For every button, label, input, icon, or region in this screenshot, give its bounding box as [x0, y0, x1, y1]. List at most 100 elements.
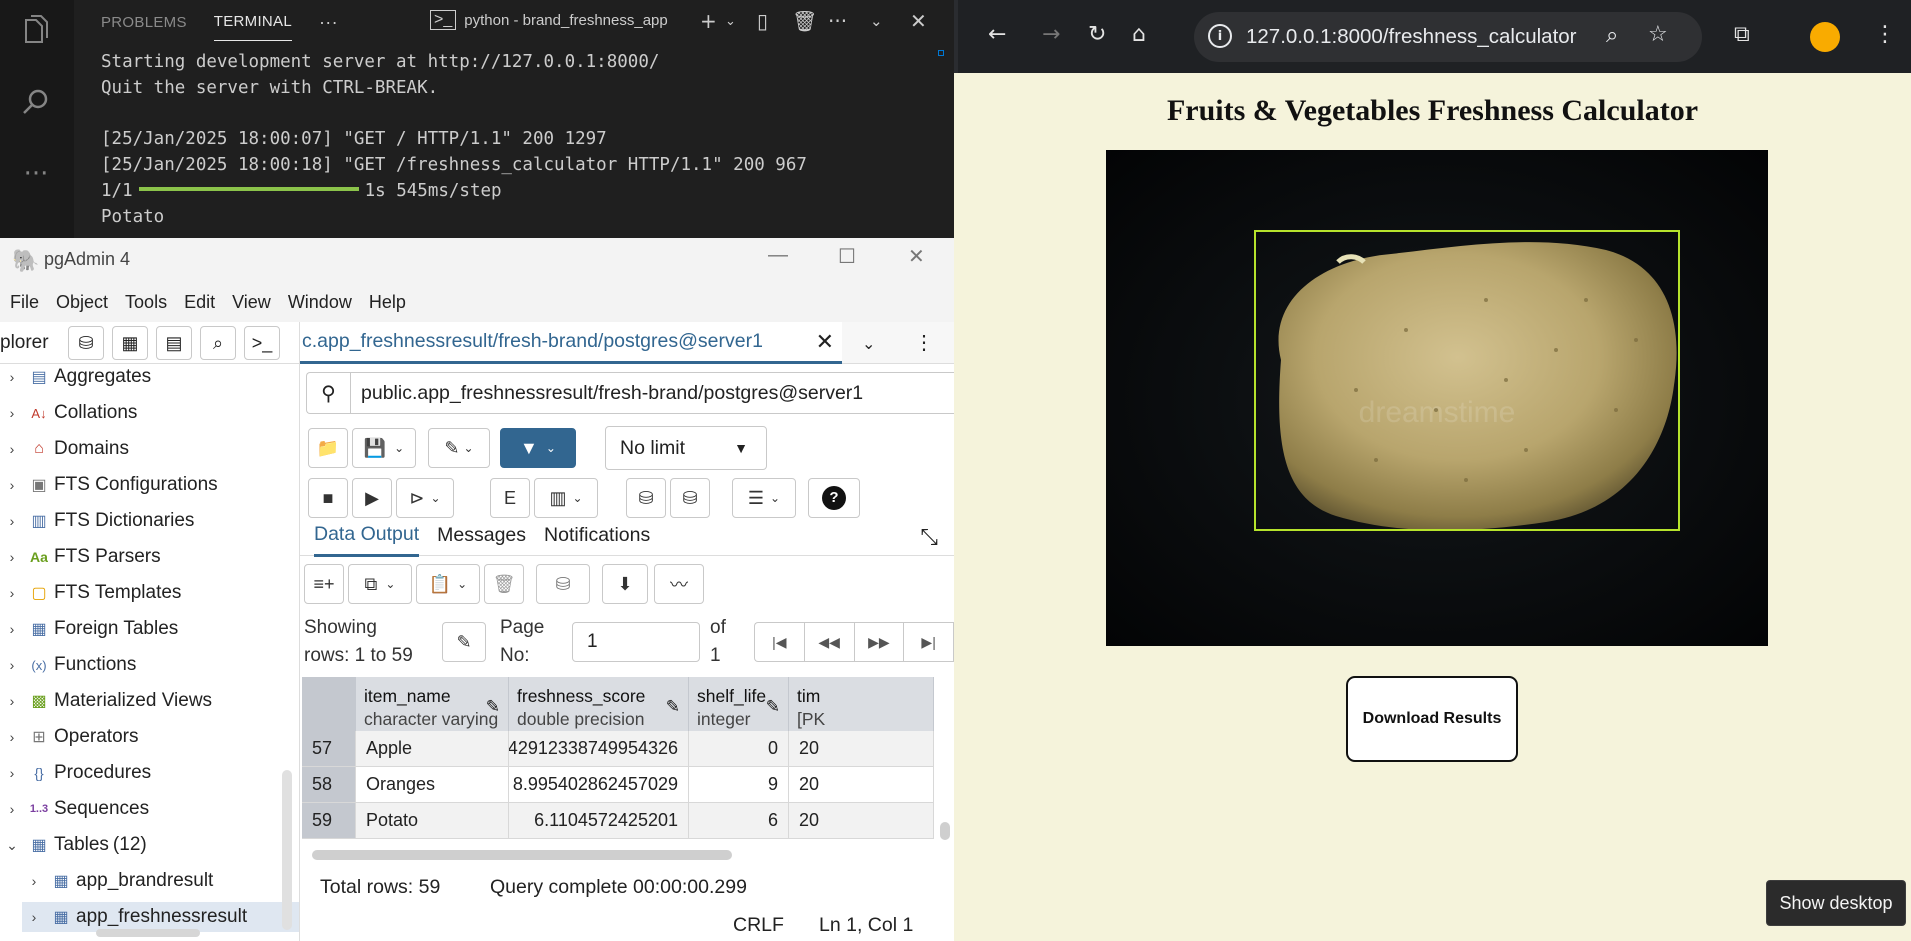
explorer-vertical-scrollbar[interactable] [282, 770, 292, 930]
collapse-panel-icon[interactable]: ⌄ [870, 12, 883, 30]
extensions-icon[interactable]: ⧉ [1734, 22, 1750, 47]
tree-item-aggregates[interactable]: › ▤ Aggregates [0, 362, 152, 392]
help-icon[interactable]: ? [808, 478, 860, 518]
menu-edit[interactable]: Edit [184, 292, 215, 313]
chevron-right-icon[interactable]: › [0, 765, 24, 781]
panel-more-button[interactable]: ··· [319, 2, 338, 43]
next-page-icon[interactable]: ▶▶ [855, 623, 905, 661]
tree-item-materialized-views[interactable]: › ▩ Materialized Views [0, 686, 212, 716]
column-header[interactable]: tim [PK [789, 677, 934, 737]
row-number-header[interactable] [302, 677, 356, 737]
edit-range-icon[interactable]: ✎ [442, 622, 486, 662]
macros-icon[interactable]: ☰ ⌄ [732, 478, 796, 518]
terminal-selector[interactable]: >_ python - brand_freshness_app [430, 10, 668, 30]
copy-icon[interactable]: ⧉ ⌄ [348, 564, 412, 604]
cell-shelf-life[interactable]: 9 [689, 767, 789, 803]
minimize-panel-icon[interactable]: ⤡ [920, 524, 938, 550]
chevron-right-icon[interactable]: › [0, 549, 24, 565]
search-icon[interactable] [18, 84, 54, 120]
first-page-icon[interactable]: |◀ [755, 623, 805, 661]
cell-shelf-life[interactable]: 0 [689, 731, 789, 767]
tree-item-fts-dictionaries[interactable]: › ▥ FTS Dictionaries [0, 506, 195, 536]
delete-icon[interactable]: 🗑 [484, 564, 524, 604]
grid-vertical-scrollbar[interactable] [940, 822, 950, 840]
chevron-right-icon[interactable]: › [0, 585, 24, 601]
menu-window[interactable]: Window [288, 292, 352, 313]
rollback-icon[interactable]: ⛁ [670, 478, 710, 518]
menu-file[interactable]: File [10, 292, 39, 313]
tab-notifications[interactable]: Notifications [544, 516, 650, 555]
site-info-icon[interactable]: i [1208, 24, 1232, 48]
column-header[interactable]: item_name character varying ✎ [356, 677, 509, 737]
tree-item-foreign-tables[interactable]: › ▦ Foreign Tables [0, 614, 179, 644]
cell-item-name[interactable]: Potato [356, 803, 509, 839]
cell-item-name[interactable]: Apple [356, 731, 509, 767]
table-row[interactable]: 59 Potato 6.1104572425201 6 20 [302, 803, 934, 839]
cell-freshness-score[interactable]: 6.1104572425201 [509, 803, 689, 839]
add-row-icon[interactable]: ≡+ [304, 564, 344, 604]
prev-page-icon[interactable]: ◀◀ [805, 623, 855, 661]
table-row[interactable]: 58 Oranges 8.995402862457029 9 20 [302, 767, 934, 803]
column-header[interactable]: shelf_life integer ✎ [689, 677, 789, 737]
tab-messages[interactable]: Messages [437, 516, 526, 555]
explorer-files-icon[interactable] [18, 12, 54, 48]
view-data-icon[interactable]: ▦ [112, 326, 148, 360]
save-data-icon[interactable]: ⛁ [536, 564, 590, 604]
trash-icon[interactable]: 🗑 [792, 9, 817, 33]
tree-item-collations[interactable]: › A↓ Collations [0, 398, 138, 428]
execute-icon[interactable]: ▶ [352, 478, 392, 518]
explorer-horizontal-scrollbar[interactable] [96, 929, 200, 937]
zoom-icon[interactable]: ⌕ [1606, 23, 1618, 48]
chevron-right-icon[interactable]: › [0, 513, 24, 529]
execute-options-icon[interactable]: ⊳ ⌄ [396, 478, 454, 518]
chevron-right-icon[interactable]: › [0, 405, 24, 421]
tree-item-app-freshnessresult[interactable]: › ▦ app_freshnessresult [22, 902, 299, 932]
paste-icon[interactable]: 📋 ⌄ [416, 564, 480, 604]
chevron-right-icon[interactable]: › [22, 909, 46, 925]
window-close-icon[interactable]: ✕ [908, 244, 925, 269]
reload-icon[interactable]: ↻ [1088, 22, 1106, 47]
psql-tool-icon[interactable]: >_ [244, 326, 280, 360]
menu-help[interactable]: Help [369, 292, 406, 313]
commit-icon[interactable]: ⛁ [626, 478, 666, 518]
edit-icon[interactable]: ✎ ⌄ [428, 428, 490, 468]
cell-item-name[interactable]: Oranges [356, 767, 509, 803]
tree-item-fts-templates[interactable]: › ▢ FTS Templates [0, 578, 182, 608]
tree-item-sequences[interactable]: › 1..3 Sequences [0, 794, 149, 824]
chevron-right-icon[interactable]: › [0, 693, 24, 709]
browser-menu-icon[interactable]: ⋮ [1874, 22, 1896, 47]
table-row[interactable]: 57 Apple 0.42912338749954326 0 20 [302, 731, 934, 767]
page-number-input[interactable]: 1 [572, 622, 700, 662]
query-tool-icon[interactable]: ⛁ [68, 326, 104, 360]
chevron-down-icon[interactable]: ⌄ [725, 14, 736, 29]
menu-view[interactable]: View [232, 292, 271, 313]
column-header[interactable]: freshness_score double precision ✎ [509, 677, 689, 737]
cell-timestamp[interactable]: 20 [789, 803, 934, 839]
minimize-icon[interactable]: — [768, 244, 788, 267]
connection-bar[interactable]: ⚲ public.app_freshnessresult/fresh-brand… [306, 372, 954, 414]
forward-icon[interactable]: → [1042, 22, 1060, 47]
cell-timestamp[interactable]: 20 [789, 731, 934, 767]
grid-horizontal-scrollbar[interactable] [312, 850, 732, 860]
tree-item-app-brandresult[interactable]: › ▦ app_brandresult [22, 866, 214, 896]
bookmark-star-icon[interactable]: ☆ [1648, 22, 1668, 47]
cell-freshness-score[interactable]: 0.42912338749954326 [509, 731, 689, 767]
explain-icon[interactable]: E [490, 478, 530, 518]
explain-analyze-icon[interactable]: ▥ ⌄ [534, 478, 598, 518]
address-bar[interactable]: i 127.0.0.1:8000/freshness_calculator ⌕ … [1194, 12, 1702, 62]
query-tab[interactable]: c.app_freshnessresult/fresh-brand/postgr… [300, 322, 842, 364]
tree-item-domains[interactable]: › ⌂ Domains [0, 434, 129, 464]
search-objects-icon[interactable]: ⌕ [200, 326, 236, 360]
home-icon[interactable]: ⌂ [1132, 22, 1146, 47]
close-icon[interactable]: ✕ [910, 9, 927, 33]
menu-tools[interactable]: Tools [125, 292, 167, 313]
save-file-icon[interactable]: 💾 ⌄ [352, 428, 416, 468]
cell-timestamp[interactable]: 20 [789, 767, 934, 803]
row-limit-select[interactable]: No limit ▼ [605, 426, 767, 470]
more-actions-icon[interactable]: ··· [828, 9, 847, 33]
stop-icon[interactable]: ■ [308, 478, 348, 518]
chevron-right-icon[interactable]: › [0, 369, 24, 385]
chevron-down-icon[interactable]: ⌄ [0, 837, 24, 854]
tab-problems[interactable]: PROBLEMS [101, 4, 187, 41]
last-page-icon[interactable]: ▶| [904, 623, 954, 661]
